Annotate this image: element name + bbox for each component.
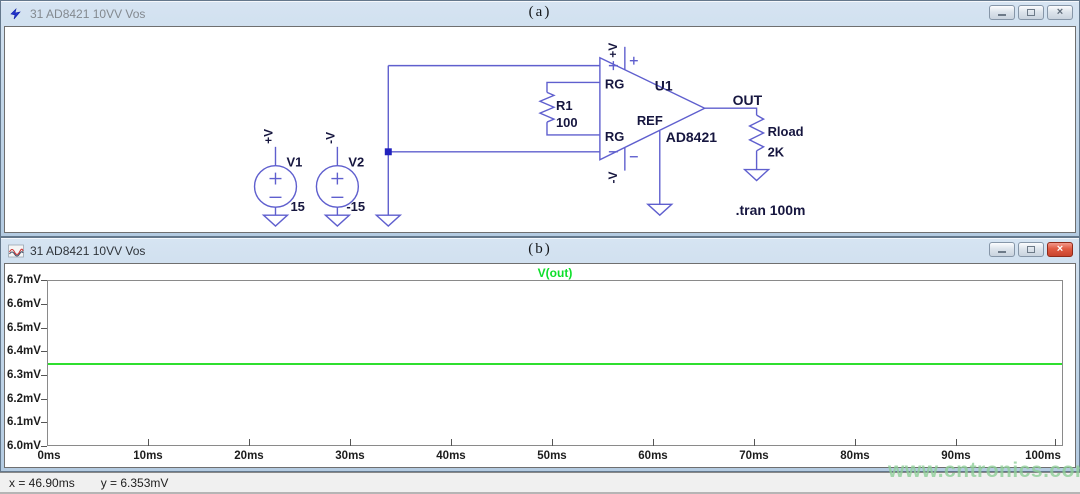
waveform-file-icon[interactable] xyxy=(8,244,24,258)
maximize-button[interactable] xyxy=(1018,242,1044,257)
schematic-window: 31 AD8421 10VV Vos (a) × xyxy=(0,0,1080,237)
wire-junction xyxy=(385,148,392,155)
schematic-file-icon[interactable] xyxy=(8,7,24,21)
v1-value-label[interactable]: 15 xyxy=(290,199,304,214)
input-net-wires[interactable] xyxy=(376,66,600,226)
vout-trace[interactable] xyxy=(48,363,1062,365)
x-tick-label: 100ms xyxy=(1013,450,1073,462)
figure-label-a: (a) xyxy=(1,4,1079,21)
opamp-ref-pin-label: REF xyxy=(637,113,663,128)
v2-rail-label: -V xyxy=(323,132,337,144)
x-tick-label: 90ms xyxy=(926,450,986,462)
x-tick-label: 60ms xyxy=(623,450,683,462)
schematic-window-titlebar[interactable]: 31 AD8421 10VV Vos (a) × xyxy=(1,1,1079,26)
r1-value-label[interactable]: 100 xyxy=(556,115,578,130)
opamp-rg-top-pin-label: RG xyxy=(605,76,624,91)
rload-name-label[interactable]: Rload xyxy=(768,124,804,139)
v2-value-label[interactable]: -15 xyxy=(346,199,365,214)
close-button[interactable]: × xyxy=(1047,5,1073,20)
waveform-window-titlebar[interactable]: 31 AD8421 10VV Vos (b) × xyxy=(1,238,1079,263)
window-title: 31 AD8421 10VV Vos xyxy=(30,244,145,258)
status-bar: x = 46.90ms y = 6.353mV xyxy=(0,472,1080,494)
schematic-drawing: V1 15 +V V2 -15 -V R1 100 RG RG U1 REF A… xyxy=(5,27,1075,232)
y-tick-mark xyxy=(41,351,47,352)
opamp-pos-rail-label: +V xyxy=(606,43,620,58)
y-tick-mark xyxy=(41,304,47,305)
x-tick-mark xyxy=(552,439,553,446)
x-tick-mark xyxy=(956,439,957,446)
minimize-button[interactable] xyxy=(989,242,1015,257)
y-tick-label: 6.5mV xyxy=(7,322,45,334)
spice-directive[interactable]: .tran 100m xyxy=(736,202,806,218)
maximize-icon xyxy=(1027,246,1035,253)
x-tick-label: 70ms xyxy=(724,450,784,462)
x-tick-mark xyxy=(148,439,149,446)
v1-rail-label: +V xyxy=(261,129,275,144)
window-title: 31 AD8421 10VV Vos xyxy=(30,7,145,21)
x-tick-mark xyxy=(249,439,250,446)
waveform-window: 31 AD8421 10VV Vos (b) × V(out) 6.7mV 6.… xyxy=(0,237,1080,472)
v1-name-label[interactable]: V1 xyxy=(286,155,302,170)
y-tick-mark xyxy=(41,280,47,281)
x-tick-label: 80ms xyxy=(825,450,885,462)
figure-label-b: (b) xyxy=(1,241,1079,258)
opamp-u1[interactable] xyxy=(600,47,705,171)
y-tick-label: 6.1mV xyxy=(7,416,45,428)
y-tick-label: 6.4mV xyxy=(7,345,45,357)
x-tick-label: 0ms xyxy=(19,450,79,462)
x-tick-label: 50ms xyxy=(522,450,582,462)
y-tick-mark xyxy=(41,328,47,329)
x-tick-label: 20ms xyxy=(219,450,279,462)
opamp-neg-rail-label: -V xyxy=(606,172,620,184)
y-tick-label: 6.7mV xyxy=(7,274,45,286)
r1-name-label[interactable]: R1 xyxy=(556,98,573,113)
ltspice-workspace: 31 AD8421 10VV Vos (a) × xyxy=(0,0,1080,494)
plot-pane: V(out) 6.7mV 6.6mV 6.5mV 6.4mV 6.3mV 6.2… xyxy=(4,263,1076,468)
y-tick-label: 6.3mV xyxy=(7,369,45,381)
schematic-canvas[interactable]: V1 15 +V V2 -15 -V R1 100 RG RG U1 REF A… xyxy=(4,26,1076,233)
rload-value-label[interactable]: 2K xyxy=(768,145,785,160)
minimize-button[interactable] xyxy=(989,5,1015,20)
x-tick-mark xyxy=(350,439,351,446)
y-tick-label: 6.2mV xyxy=(7,393,45,405)
x-tick-mark xyxy=(1055,439,1056,446)
y-tick-mark xyxy=(41,422,47,423)
trace-legend[interactable]: V(out) xyxy=(47,266,1063,280)
u1-part-label[interactable]: AD8421 xyxy=(666,129,717,145)
close-button[interactable]: × xyxy=(1047,242,1073,257)
x-tick-mark xyxy=(451,439,452,446)
maximize-icon xyxy=(1027,9,1035,16)
y-tick-mark xyxy=(41,399,47,400)
y-tick-mark xyxy=(41,375,47,376)
x-tick-label: 40ms xyxy=(421,450,481,462)
cursor-y-readout: y = 6.353mV xyxy=(101,476,169,490)
out-net-label[interactable]: OUT xyxy=(733,92,763,108)
plot-area[interactable]: V(out) 6.7mV 6.6mV 6.5mV 6.4mV 6.3mV 6.2… xyxy=(5,264,1075,467)
resistor-rload[interactable] xyxy=(745,115,769,180)
maximize-button[interactable] xyxy=(1018,5,1044,20)
minimize-icon xyxy=(998,251,1006,253)
close-icon: × xyxy=(1057,7,1063,18)
u1-name-label[interactable]: U1 xyxy=(655,77,673,93)
opamp-rg-bottom-pin-label: RG xyxy=(605,129,624,144)
minimize-icon xyxy=(998,14,1006,16)
x-tick-mark xyxy=(653,439,654,446)
x-tick-mark xyxy=(754,439,755,446)
x-tick-label: 10ms xyxy=(118,450,178,462)
y-tick-label: 6.6mV xyxy=(7,298,45,310)
output-net[interactable] xyxy=(705,108,757,115)
x-tick-label: 30ms xyxy=(320,450,380,462)
close-icon: × xyxy=(1057,244,1063,255)
x-tick-mark xyxy=(855,439,856,446)
v2-name-label[interactable]: V2 xyxy=(348,155,364,170)
cursor-x-readout: x = 46.90ms xyxy=(9,476,75,490)
y-tick-mark xyxy=(41,446,47,447)
